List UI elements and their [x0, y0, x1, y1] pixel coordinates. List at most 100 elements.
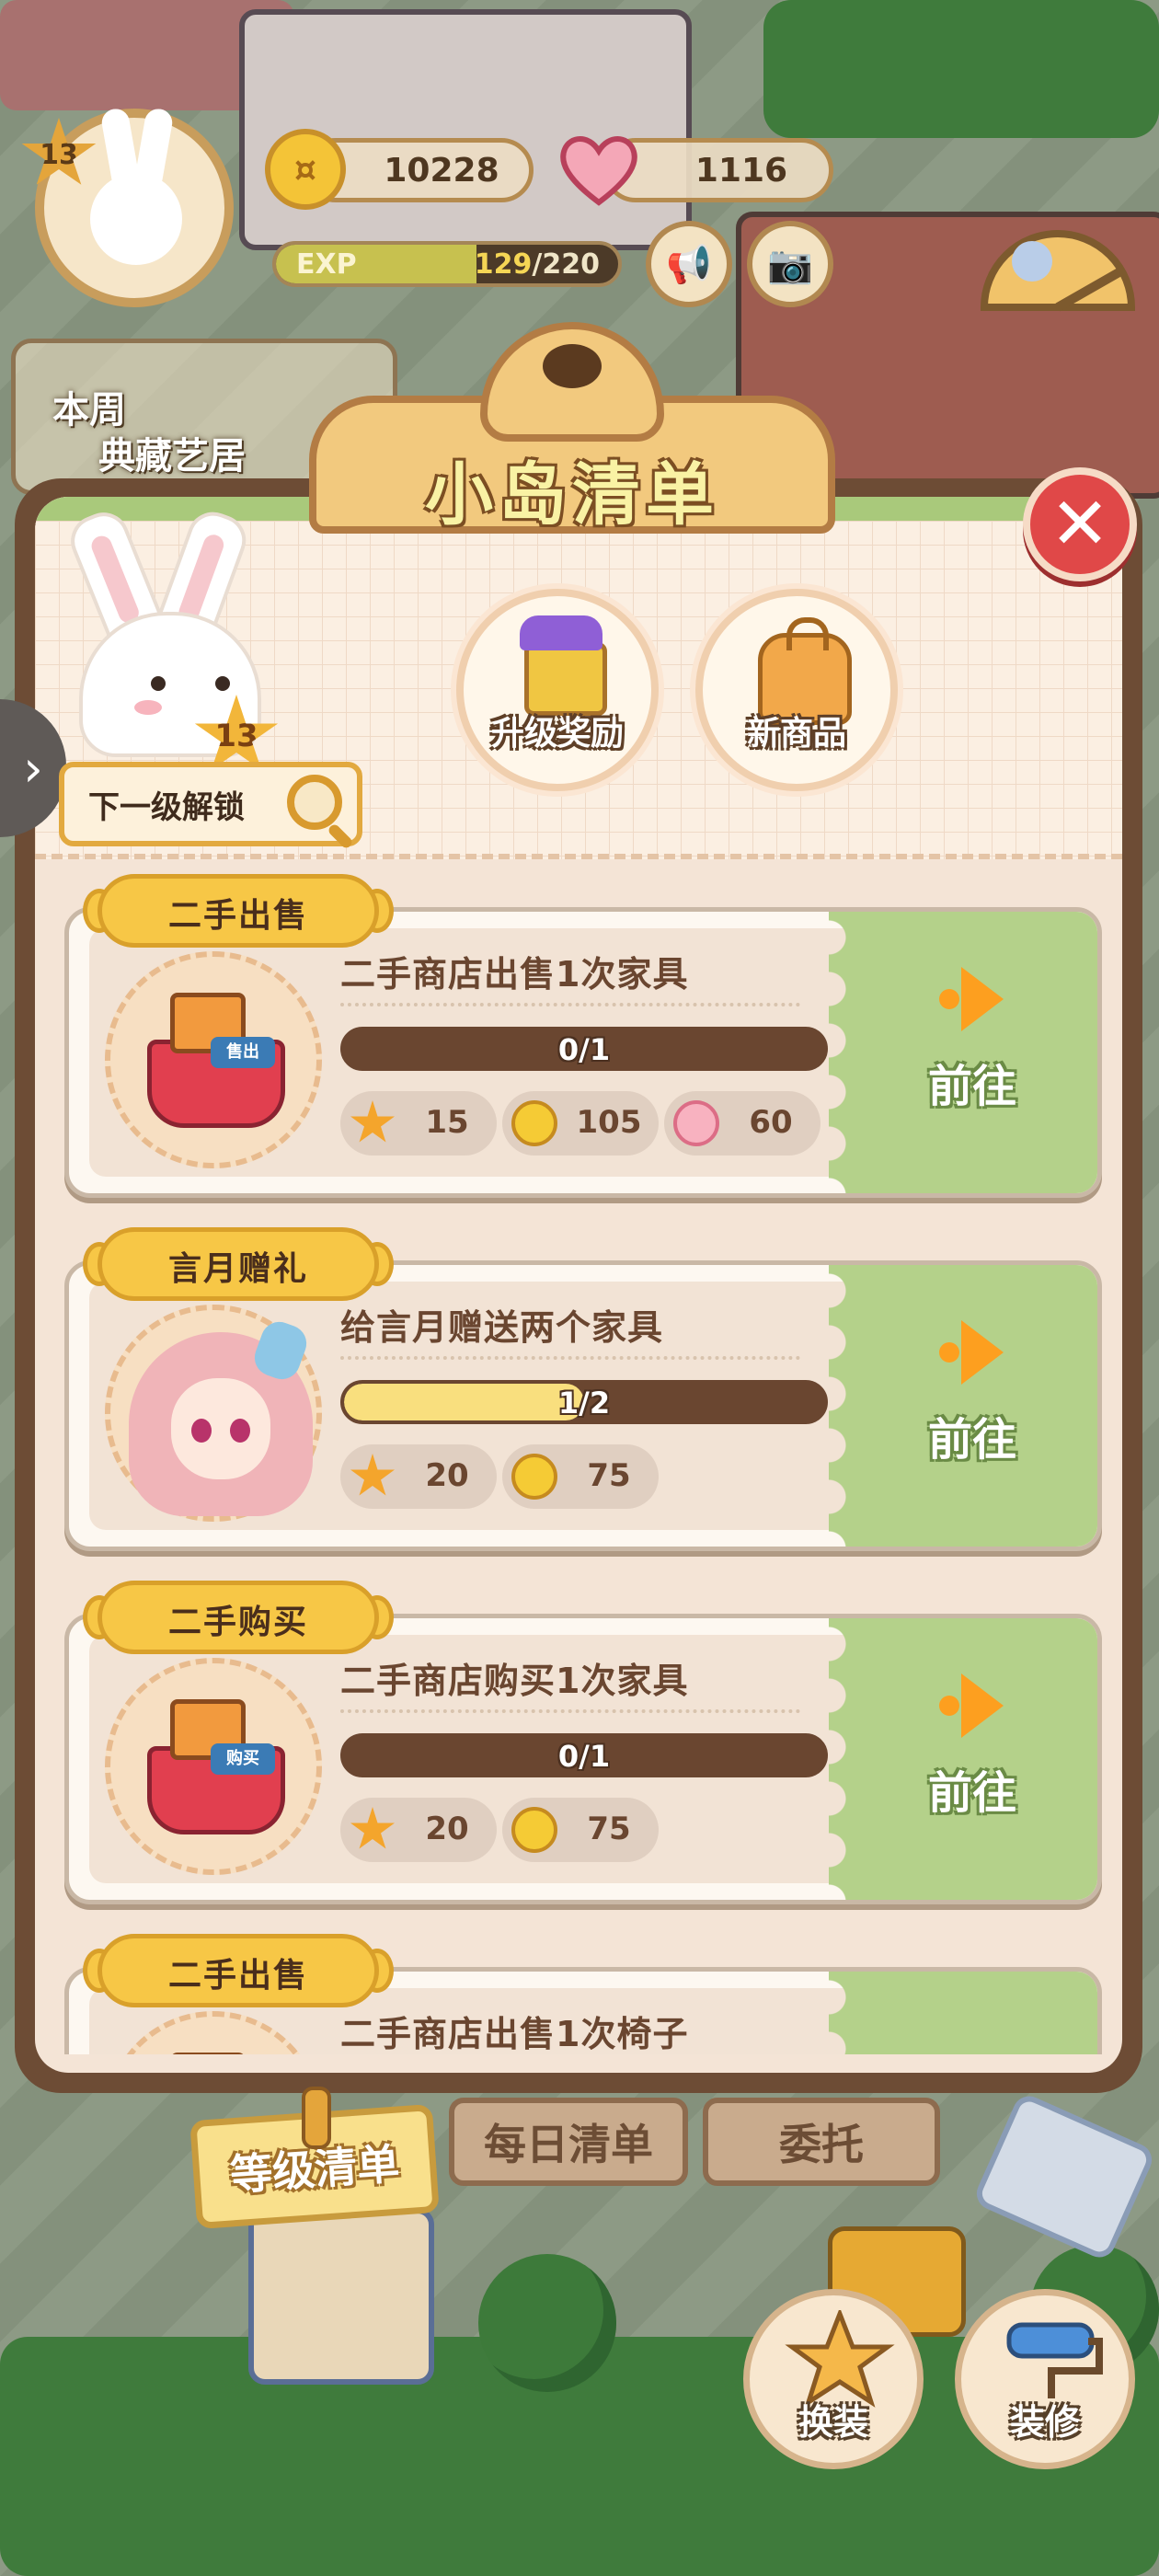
coin-icon	[511, 1100, 557, 1146]
reward-chip: 75	[502, 1444, 659, 1509]
tab-commission[interactable]: 委托	[703, 2098, 940, 2186]
exp-label: EXP	[296, 248, 357, 281]
tab-commission-label: 委托	[779, 2120, 864, 2169]
close-icon: ✕	[1050, 483, 1110, 566]
basket-icon: 售出	[147, 993, 285, 1128]
close-button[interactable]: ✕	[1023, 467, 1137, 581]
quest-tag: 二手购买	[79, 1581, 397, 1654]
reward-chip: 60	[664, 1091, 820, 1156]
star-icon	[350, 1454, 395, 1496]
quest-title: 给言月赠送两个家具	[340, 1307, 664, 1348]
reward-value: 75	[587, 1457, 631, 1494]
quest-tag-label: 二手出售	[167, 897, 308, 935]
bunny-coin-icon: ¤	[265, 129, 346, 210]
tab-daily-list-label: 每日清单	[484, 2120, 653, 2169]
quest-tag-label: 言月赠礼	[167, 1250, 308, 1288]
heart-icon	[560, 136, 637, 206]
reward-chip: 105	[502, 1091, 659, 1156]
upgrade-reward-button[interactable]: 升级奖励	[456, 589, 659, 791]
quest-title: 二手商店出售1次家具	[340, 954, 689, 995]
divider	[340, 1003, 800, 1006]
heart-count: 1116	[694, 151, 788, 190]
go-button[interactable]: 前往	[829, 912, 1097, 1193]
reward-value: 60	[749, 1104, 793, 1141]
go-button[interactable]	[829, 1972, 1097, 2054]
star-icon	[350, 1807, 395, 1849]
dress-up-label: 换装	[798, 2402, 868, 2443]
bunny-mascot	[42, 504, 263, 757]
weekly-label-line2: 典藏艺居	[98, 435, 246, 477]
chevron-right-icon: ›	[23, 739, 43, 798]
basket-sticker: 售出	[211, 1037, 275, 1068]
gift-box-icon	[520, 615, 607, 716]
go-button[interactable]: 前往	[829, 1618, 1097, 1900]
announcement-button[interactable]: 📢	[646, 221, 732, 307]
quest-thumbnail: 售出	[105, 951, 322, 1168]
quest-card: 前往 二手出售售出 二手商店出售1次家具 0/1 15 105 60	[64, 874, 1102, 1198]
coin-count: 10228	[384, 151, 499, 190]
quest-card: 二手出售 二手商店出售1次椅子	[64, 1934, 1102, 2054]
dialog-title: 小岛清单	[425, 455, 719, 535]
upgrade-reward-label: 升级奖励	[490, 715, 624, 753]
quest-card: 前往 言月赠礼 给言月赠送两个家具 1/2 20 75	[64, 1227, 1102, 1551]
reward-value: 75	[587, 1811, 631, 1847]
megaphone-icon: 📢	[666, 243, 712, 286]
exp-value: 129/220	[475, 248, 600, 281]
quest-tag: 二手出售	[79, 1934, 397, 2007]
dress-up-button[interactable]: 换装	[743, 2289, 924, 2469]
coin-icon	[511, 1807, 557, 1853]
quest-progress-bar: 1/2	[340, 1380, 828, 1424]
basket-sticker: 购买	[211, 1743, 275, 1775]
go-button[interactable]: 前往	[829, 1265, 1097, 1547]
exp-total: /220	[532, 248, 600, 281]
go-label: 前往	[927, 1061, 1016, 1112]
bunny-avatar-icon	[90, 173, 182, 265]
quest-card: 前往 二手购买购买 二手商店购买1次家具 0/1 20 75	[64, 1581, 1102, 1904]
quest-tag: 二手出售	[79, 874, 397, 948]
quest-tag-label: 二手出售	[167, 1957, 308, 1995]
girl-portrait-icon	[129, 1317, 313, 1516]
heart-icon	[673, 1100, 719, 1146]
divider	[340, 1356, 800, 1360]
quest-thumbnail: 购买	[105, 1658, 322, 1875]
quest-progress-text: 0/1	[557, 1032, 611, 1067]
food-cart	[248, 2208, 434, 2385]
pin-icon	[302, 2087, 331, 2149]
quest-tag-label: 二手购买	[167, 1604, 308, 1641]
star-icon	[350, 1100, 395, 1143]
quest-progress-bar: 0/1	[340, 1733, 828, 1777]
quest-progress-text: 0/1	[557, 1739, 611, 1774]
coin-icon	[511, 1454, 557, 1500]
arrow-right-icon	[939, 1320, 1013, 1385]
next-level-unlock-label: 下一级解锁	[88, 788, 245, 826]
quest-progress-text: 1/2	[557, 1386, 611, 1420]
arrow-right-icon	[939, 967, 1013, 1031]
reward-value: 15	[425, 1104, 469, 1141]
new-items-label: 新商品	[746, 715, 846, 753]
quest-progress-bar: 0/1	[340, 1027, 828, 1071]
divider	[340, 1709, 800, 1713]
hedge	[763, 0, 1159, 138]
reward-chip: 75	[502, 1798, 659, 1862]
dialog-title-tab: 小岛清单	[309, 322, 835, 543]
next-level-unlock-button[interactable]: 下一级解锁	[59, 762, 362, 846]
quest-title: 二手商店购买1次家具	[340, 1661, 689, 1701]
camera-button[interactable]: 📷	[747, 221, 833, 307]
decorate-button[interactable]: 装修	[955, 2289, 1135, 2469]
go-label: 前往	[927, 1767, 1016, 1819]
basket-icon: 购买	[147, 1699, 285, 1834]
exp-current: 129	[474, 248, 533, 281]
reward-chip: 20	[340, 1444, 497, 1509]
magnifier-icon	[287, 775, 342, 830]
reward-chip: 20	[340, 1798, 497, 1862]
reward-chip: 15	[340, 1091, 497, 1156]
reward-value: 20	[425, 1457, 469, 1494]
quest-list[interactable]: 前往 二手出售 售出 二手商店出售1次家具 0/1 15 105 60 前往 言月赠礼 给言月赠送两…	[55, 874, 1102, 2054]
quest-tag: 言月赠礼	[79, 1227, 397, 1301]
decorate-label: 装修	[1009, 2402, 1080, 2443]
arrow-right-icon	[939, 1673, 1013, 1738]
weather-dial-icon[interactable]	[975, 206, 1141, 316]
new-items-button[interactable]: 新商品	[695, 589, 898, 791]
tab-daily-list[interactable]: 每日清单	[449, 2098, 688, 2186]
quest-title: 二手商店出售1次椅子	[340, 2014, 689, 2054]
